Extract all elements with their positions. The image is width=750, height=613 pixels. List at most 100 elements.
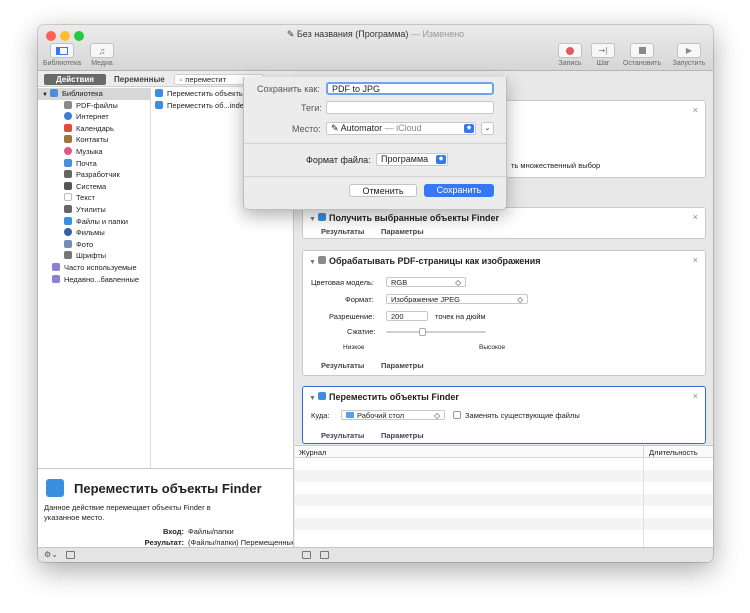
location-select[interactable]: ✎ Automator — iCloud ◆ [326,122,476,135]
system-icon [64,181,72,190]
pdf-icon [64,100,72,109]
split-view-icon[interactable] [320,551,329,559]
resolution-input[interactable]: 200 [386,311,428,321]
log-table: Журнал Длительность [295,445,713,548]
stop-icon [630,43,654,58]
gear-icon[interactable]: ⚙︎⌄ [44,550,58,559]
sidebar-item-system[interactable]: Система [38,181,150,193]
results-tab[interactable]: Результаты [321,431,364,440]
list-view-icon[interactable] [302,551,311,559]
params-tab[interactable]: Параметры [381,431,424,440]
replace-checkbox[interactable] [453,411,461,419]
pdf-icon [318,256,327,264]
tab-variables[interactable]: Переменные [110,74,169,85]
contacts-icon [64,135,72,144]
folder-icon [52,274,60,283]
record-icon [558,43,582,58]
file-format-select[interactable]: Программа ◆ [376,153,448,166]
results-tab[interactable]: Результаты [321,361,364,370]
finder-icon [318,392,327,400]
record-button[interactable]: Запись [558,43,582,67]
duration-column-header[interactable]: Длительность [649,448,698,457]
description-toggle-icon[interactable] [66,551,75,559]
save-dialog: Сохранить как: PDF to JPG Теги: Место: ✎… [243,77,507,210]
media-button[interactable]: ♫ Медиа [90,43,114,67]
results-tab[interactable]: Результаты [321,227,364,236]
finder-icon [46,479,64,497]
journal-column-header[interactable]: Журнал [299,448,326,457]
color-model-select[interactable]: RGB ◇ [386,277,466,287]
calendar-icon [64,123,72,132]
sidebar-item-calendar[interactable]: Календарь [38,123,150,135]
close-icon[interactable]: × [693,212,698,222]
folder-icon [346,412,354,418]
text-icon [64,193,72,202]
params-tab[interactable]: Параметры [381,361,424,370]
run-button[interactable]: ▶ Запустить [668,43,710,67]
chevron-updown-icon: ◆ [464,124,474,133]
destination-select[interactable]: Рабочий стол ◇ [341,410,445,420]
sidebar-item-music[interactable]: Музыка [38,146,150,158]
slider-knob[interactable] [418,328,426,336]
chevron-updown-icon: ◇ [517,295,523,304]
expand-chevron-button[interactable]: ⌄ [481,122,494,135]
sidebar-item-movies[interactable]: Фильмы [38,227,150,239]
sidebar-item-photos[interactable]: Фото [38,239,150,251]
fonts-icon [64,251,72,260]
sidebar-item-internet[interactable]: Интернет [38,111,150,123]
developer-icon [64,170,72,179]
close-icon[interactable]: × [693,105,698,115]
utilities-icon [64,204,72,213]
sidebar-item-most-used[interactable]: Часто используемые [38,262,150,274]
chevron-updown-icon: ◇ [455,278,461,287]
workflow-card-pdf-to-images: ▼ Обрабатывать PDF-страницы как изображе… [302,250,706,376]
sidebar-item-developer[interactable]: Разработчик [38,169,150,181]
workflow-card-get-finder-items: ▼ Получить выбранные объекты Finder × Ре… [302,207,706,239]
sidebar-item-pdf[interactable]: PDF-файлы [38,100,150,112]
card-title: ▼ Обрабатывать PDF-страницы как изображе… [309,256,541,266]
save-button[interactable]: Сохранить [424,184,494,197]
params-tab[interactable]: Параметры [381,227,424,236]
disclosure-icon[interactable]: ▼ [309,395,316,402]
photos-icon [64,239,72,248]
sidebar-item-contacts[interactable]: Контакты [38,134,150,146]
tags-input[interactable] [326,101,494,114]
close-icon[interactable]: × [693,255,698,265]
finder-icon [155,100,163,109]
format-select[interactable]: Изображение JPEG ◇ [386,294,528,304]
description-title: Переместить объекты Finder [74,481,262,496]
sidebar-item-recent[interactable]: Недавно...бавленные [38,274,150,286]
media-icon: ♫ [90,43,114,58]
sidebar-item-text[interactable]: Текст [38,192,150,204]
music-icon [64,146,72,155]
disclosure-icon[interactable]: ▼ [309,259,316,266]
mail-icon [64,158,72,167]
movies-icon [64,228,72,237]
library-icon [50,43,75,58]
chevron-updown-icon: ◆ [436,155,446,164]
library-icon [49,89,58,97]
sidebar-item-library[interactable]: ▼ Библиотека [38,88,150,100]
finder-icon [155,89,163,97]
chevron-updown-icon: ◇ [434,411,440,420]
library-list: ▼ Библиотека PDF-файлы Интернет Календарь… [38,88,150,285]
disclosure-icon[interactable]: ▼ [309,216,316,223]
sidebar-item-utilities[interactable]: Утилиты [38,204,150,216]
step-button[interactable]: ➞| Шаг [591,43,615,67]
stop-button[interactable]: Остановить [620,43,664,67]
titlebar: ✎ Без названия (Программа) — Изменено Би… [38,25,713,71]
sidebar-item-fonts[interactable]: Шрифты [38,250,150,262]
disclosure-icon: ▼ [42,92,48,98]
compression-slider[interactable] [386,328,486,336]
close-icon[interactable]: × [693,391,698,401]
tab-actions[interactable]: Действия [44,74,106,85]
filename-input[interactable]: PDF to JPG [326,82,494,95]
card-title: ▼ Получить выбранные объекты Finder [309,213,499,223]
cancel-button[interactable]: Отменить [349,184,417,197]
library-button[interactable]: Библиотека [43,43,81,67]
finder-icon [64,216,72,225]
sidebar-item-files[interactable]: Файлы и папки [38,216,150,228]
input-label: Вход: [162,527,184,536]
sidebar-item-mail[interactable]: Почта [38,158,150,170]
step-icon: ➞| [591,43,615,58]
